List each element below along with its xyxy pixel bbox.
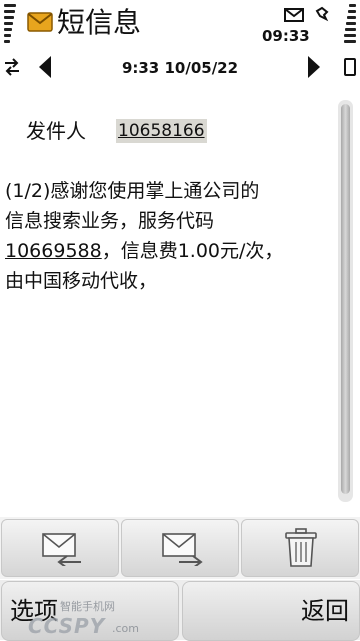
signal-strength-icon — [4, 4, 16, 50]
message-line: 由中国移动代收， — [5, 270, 158, 292]
message-navigation: 9:33 10/05/22 — [0, 52, 360, 86]
forward-button[interactable] — [121, 519, 239, 577]
back-softkey[interactable]: 返回 — [182, 581, 360, 641]
battery-small-icon — [344, 58, 356, 76]
message-icon — [27, 12, 53, 36]
watermark-top: 智能手机网 — [60, 600, 115, 613]
envelope-icon — [284, 7, 304, 26]
message-line: ，信息费1.00元/次， — [101, 240, 284, 262]
watermark-logo: CCSPY — [28, 614, 106, 638]
battery-icon — [344, 4, 356, 50]
message-body: (1/2)感谢您使用掌上通公司的 信息搜索业务，服务代码 10669588，信息… — [5, 176, 327, 296]
clock: 09:33 — [262, 27, 310, 45]
back-label: 返回 — [301, 597, 349, 625]
next-arrow-icon[interactable] — [308, 56, 320, 78]
message-line: 信息搜索业务，服务代码 — [5, 210, 215, 232]
title-bar: 短信息 09:33 — [0, 0, 360, 50]
message-datetime: 9:33 10/05/22 — [121, 59, 239, 77]
message-line: (1/2)感谢您使用掌上通公司的 — [5, 180, 260, 202]
sender-number-link[interactable]: 10658166 — [116, 119, 207, 143]
silent-mode-icon — [314, 6, 330, 26]
trash-icon — [285, 528, 317, 567]
scrollbar-thumb[interactable] — [341, 104, 350, 494]
service-code-link[interactable]: 10669588 — [5, 240, 102, 262]
app-title: 短信息 — [57, 6, 142, 39]
forward-envelope-icon — [162, 533, 203, 566]
toolbar — [0, 517, 360, 579]
reply-envelope-icon — [42, 533, 81, 566]
delete-button[interactable] — [241, 519, 359, 577]
watermark-suffix: .com — [112, 622, 139, 635]
reply-button[interactable] — [1, 519, 119, 577]
sender-label: 发件人 — [26, 119, 86, 143]
